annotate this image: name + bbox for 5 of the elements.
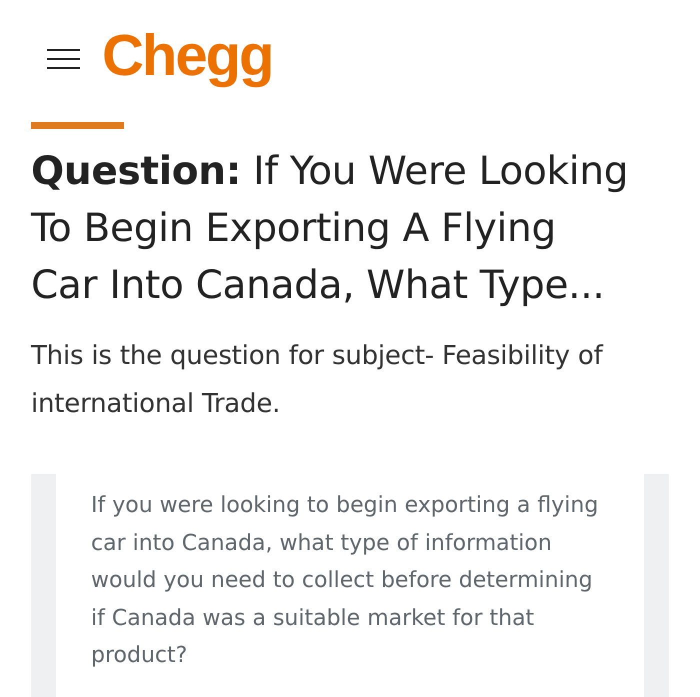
chegg-logo[interactable]: Chegg: [102, 24, 272, 94]
question-body: If you were looking to begin exporting a flying car into Canada, what type of information would you need to collect before determining if Canada was a suitable market for that product?: [91, 492, 600, 670]
question-title: Question: If You Were Looking To Begin Exporting A Flying Car Into Canada, What Type...: [31, 148, 630, 310]
question-subject: This is the question for subject- Feasibility of international Trade.: [31, 340, 604, 421]
menu-icon[interactable]: [47, 46, 80, 72]
